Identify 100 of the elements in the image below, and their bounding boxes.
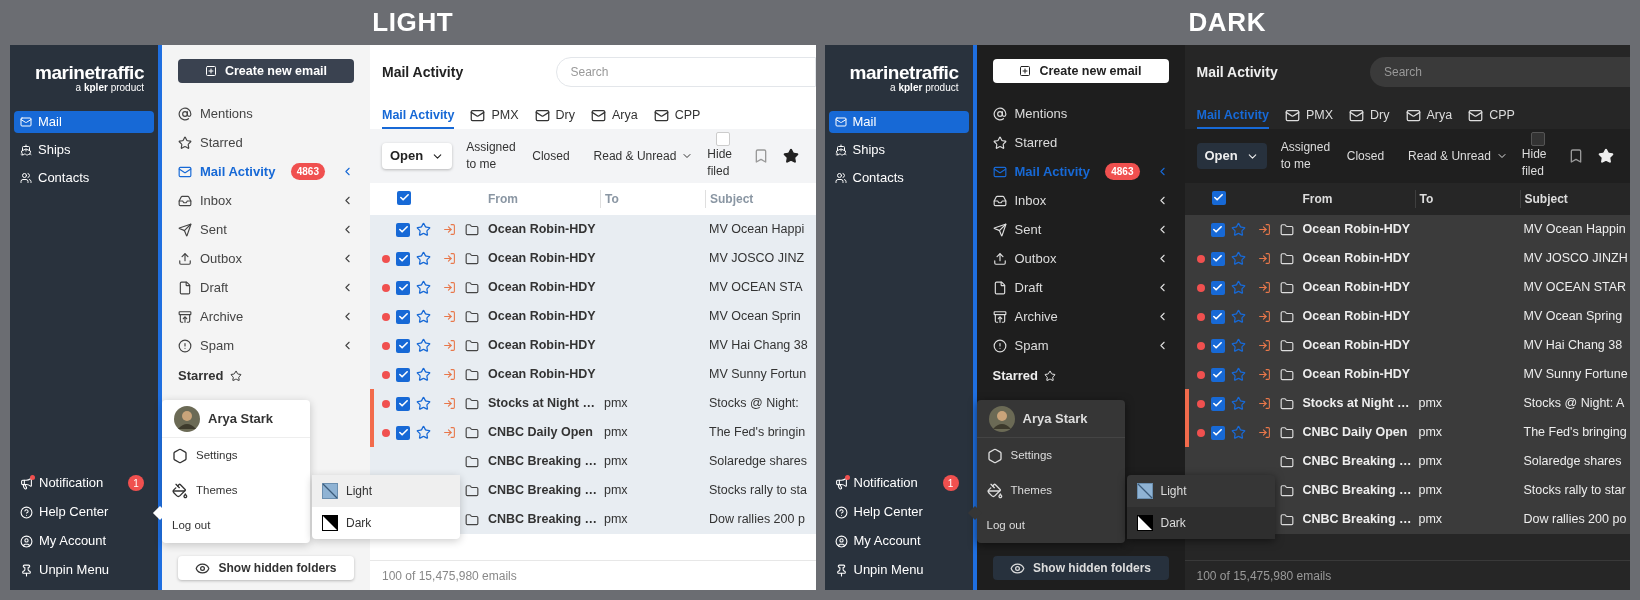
tab[interactable]: Dry <box>1349 103 1390 129</box>
checkbox[interactable] <box>396 222 410 237</box>
checkbox[interactable] <box>396 396 410 411</box>
table-row[interactable]: Ocean Robin-HDY MV OCEAN STAR <box>1184 273 1630 302</box>
checkbox[interactable] <box>1211 190 1226 205</box>
folder-item[interactable]: Mail Activity 4863 <box>992 157 1169 186</box>
read-filter-dropdown[interactable]: Read & Unread <box>1408 147 1508 165</box>
table-row[interactable]: CNBC Breaking … pmx Solaredge shares <box>1184 447 1630 476</box>
folder-item[interactable]: Sent <box>992 215 1169 244</box>
star-icon[interactable] <box>416 222 431 237</box>
create-email-button[interactable]: Create new email <box>992 59 1169 83</box>
table-row[interactable]: Ocean Robin-HDY MV Ocean Happin <box>1184 215 1630 244</box>
folder-item[interactable]: Inbox <box>178 186 354 215</box>
tab[interactable]: Arya <box>591 103 638 129</box>
nav-item[interactable]: My Account <box>828 531 969 551</box>
menu-item[interactable]: Log out <box>162 508 310 543</box>
create-email-button[interactable]: Create new email <box>178 59 354 83</box>
show-hidden-folders-button[interactable]: Show hidden folders <box>992 556 1169 580</box>
nav-item[interactable]: Ships <box>14 138 154 161</box>
tab[interactable]: CPP <box>1468 103 1515 129</box>
theme-option[interactable]: Light <box>312 475 460 507</box>
checkbox[interactable] <box>397 190 411 205</box>
star-icon[interactable] <box>1230 425 1246 440</box>
checkbox[interactable] <box>1210 425 1225 440</box>
table-row[interactable]: Ocean Robin-HDY MV JOSCO JINZH <box>1184 244 1630 273</box>
folder-item[interactable]: Draft <box>992 273 1169 302</box>
table-row[interactable]: Ocean Robin-HDY MV OCEAN STA <box>370 273 816 302</box>
folder-item[interactable]: Mentions <box>992 99 1169 128</box>
nav-item[interactable]: Mail <box>14 110 154 133</box>
checkbox[interactable] <box>396 338 410 353</box>
star-icon[interactable] <box>1230 251 1246 266</box>
column-header[interactable]: Subject <box>1519 190 1568 208</box>
nav-item[interactable]: Contacts <box>14 166 154 189</box>
star-icon[interactable] <box>1230 309 1246 324</box>
folder-item[interactable]: Outbox <box>178 244 354 273</box>
theme-option[interactable]: Dark <box>1126 507 1275 539</box>
nav-item[interactable]: Help Center <box>828 502 969 522</box>
star-icon[interactable] <box>1230 367 1246 382</box>
checkbox[interactable] <box>396 280 410 295</box>
star-icon[interactable] <box>416 425 431 440</box>
table-row[interactable]: Stocks at Night … pmx Stocks @ Night: <box>370 389 816 418</box>
folder-item[interactable]: Outbox <box>992 244 1169 273</box>
assigned-filter[interactable]: Assigned to me <box>466 139 519 173</box>
nav-item[interactable]: Contacts <box>828 166 969 189</box>
table-row[interactable]: Ocean Robin-HDY MV Sunny Fortune <box>1184 360 1630 389</box>
star-icon[interactable] <box>1230 280 1246 295</box>
menu-item[interactable]: Settings <box>976 438 1125 473</box>
star-icon[interactable] <box>416 280 431 295</box>
folder-item[interactable]: Archive <box>992 302 1169 331</box>
search-field[interactable]: Search <box>555 57 816 87</box>
checkbox[interactable] <box>396 425 410 440</box>
menu-item[interactable]: Themes <box>976 473 1125 508</box>
column-header[interactable]: To <box>1414 190 1520 208</box>
tab[interactable]: PMX <box>470 103 519 129</box>
status-dropdown[interactable]: Open <box>382 143 453 169</box>
folder-item[interactable]: Spam <box>178 331 354 360</box>
closed-filter[interactable]: Closed <box>532 147 570 165</box>
menu-item[interactable]: Log out <box>976 508 1125 543</box>
folder-item[interactable]: Inbox <box>992 186 1169 215</box>
folder-item[interactable]: Sent <box>178 215 354 244</box>
assigned-filter[interactable]: Assigned to me <box>1280 139 1333 173</box>
checkbox[interactable] <box>1530 132 1545 146</box>
table-row[interactable]: CNBC Breaking … pmx Solaredge shares <box>370 447 816 476</box>
checkbox[interactable] <box>1210 309 1225 324</box>
nav-item[interactable]: Ships <box>828 138 969 161</box>
star-icon[interactable] <box>1230 222 1246 237</box>
tab[interactable]: Arya <box>1405 103 1453 129</box>
table-row[interactable]: Ocean Robin-HDY MV Sunny Fortun <box>370 360 816 389</box>
star-icon[interactable] <box>1230 396 1246 411</box>
table-row[interactable]: Ocean Robin-HDY MV JOSCO JINZ <box>370 244 816 273</box>
checkbox[interactable] <box>1210 251 1225 266</box>
nav-item[interactable]: My Account <box>14 531 154 551</box>
nav-item[interactable]: Mail <box>828 110 969 133</box>
search-field[interactable]: Search <box>1370 57 1630 87</box>
star-icon[interactable] <box>416 338 431 353</box>
folder-item[interactable]: Draft <box>178 273 354 302</box>
menu-item[interactable]: Themes <box>162 473 310 508</box>
tab[interactable]: PMX <box>1285 103 1334 129</box>
star-icon[interactable] <box>416 251 431 266</box>
table-row[interactable]: CNBC Daily Open pmx The Fed's bringin <box>370 418 816 447</box>
menu-item[interactable]: Settings <box>162 438 310 473</box>
checkbox[interactable] <box>396 367 410 382</box>
tab[interactable]: Dry <box>534 103 576 129</box>
folder-item[interactable]: Mail Activity 4863 <box>178 157 354 186</box>
checkbox[interactable] <box>1210 396 1225 411</box>
table-row[interactable]: CNBC Daily Open pmx The Fed's bringing <box>1184 418 1630 447</box>
nav-item[interactable]: Notification 1 <box>14 473 154 493</box>
checkbox[interactable] <box>1210 280 1225 295</box>
folder-item[interactable]: Mentions <box>178 99 354 128</box>
checkbox[interactable] <box>396 251 410 266</box>
star-icon[interactable] <box>1230 338 1246 353</box>
checkbox[interactable] <box>396 309 410 324</box>
star-icon[interactable] <box>416 367 431 382</box>
star-icon[interactable] <box>416 396 431 411</box>
nav-item[interactable]: Unpin Menu <box>828 560 969 580</box>
nav-item[interactable]: Unpin Menu <box>14 560 154 580</box>
table-row[interactable]: Ocean Robin-HDY MV Ocean Sprin <box>370 302 816 331</box>
folder-item[interactable]: Starred <box>992 128 1169 157</box>
column-header[interactable]: From <box>1302 190 1415 208</box>
table-row[interactable]: Stocks at Night … pmx Stocks @ Night: A <box>1184 389 1630 418</box>
